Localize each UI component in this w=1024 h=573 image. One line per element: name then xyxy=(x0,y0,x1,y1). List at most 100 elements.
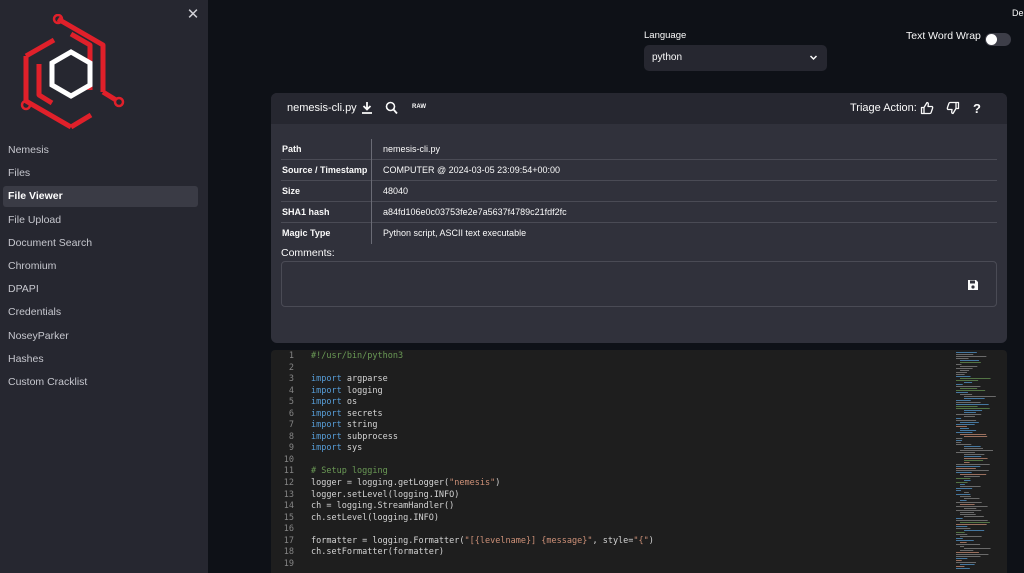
code-token: ch.setFormatter(formatter) xyxy=(311,547,445,558)
code-token: , style= xyxy=(592,535,634,546)
code-line: 17 formatter = logging.Formatter("[{level… xyxy=(271,536,951,548)
metadata-value: 48040 xyxy=(383,186,409,196)
code-token: import xyxy=(311,431,342,442)
line-number: 17 xyxy=(283,535,294,546)
code-token: ) xyxy=(648,535,654,546)
code-lines: 1 #!/usr/bin/python3 2 3 import argparse 4 imp… xyxy=(271,351,951,570)
code-token: logger.setLevel(logging.INFO) xyxy=(311,489,460,500)
code-line: 13 logger.setLevel(logging.INFO) xyxy=(271,490,951,502)
download-icon[interactable] xyxy=(361,101,373,115)
toggle-knob xyxy=(986,34,997,45)
sidebar-item-dpapi[interactable]: DPAPI xyxy=(3,279,198,300)
metadata-row: Path nemesis-cli.py xyxy=(281,139,997,160)
metadata-value: nemesis-cli.py xyxy=(383,144,441,154)
line-number: 9 xyxy=(288,443,294,454)
code-token: import xyxy=(311,443,342,454)
code-token: ch = logging.StreamHandler() xyxy=(311,501,455,512)
code-line: 1 #!/usr/bin/python3 xyxy=(271,351,951,363)
code-token: ch.setLevel(logging.INFO) xyxy=(311,512,439,523)
code-text: logger = logging.getLogger("nemesis") xyxy=(311,478,500,490)
code-line: 15 ch.setLevel(logging.INFO) xyxy=(271,513,951,525)
code-line: 8 import subprocess xyxy=(271,432,951,444)
sidebar-item-chromium[interactable]: Chromium xyxy=(3,256,198,277)
code-line: 9 import sys xyxy=(271,443,951,455)
code-token: "nemesis" xyxy=(449,478,496,489)
code-editor[interactable]: 1 #!/usr/bin/python3 2 3 import argparse 4 imp… xyxy=(271,350,1007,573)
code-token: logging xyxy=(341,385,383,396)
metadata-value: COMPUTER @ 2024-03-05 23:09:54+00:00 xyxy=(383,165,560,175)
close-icon[interactable]: ✕ xyxy=(186,7,200,22)
code-token: sys xyxy=(341,443,363,454)
chevron-down-icon xyxy=(809,45,818,81)
code-token: import xyxy=(311,374,342,385)
code-text: # Setup logging xyxy=(311,466,388,478)
line-number: 5 xyxy=(288,397,294,408)
thumbs-up-icon[interactable] xyxy=(920,101,934,115)
code-token: import xyxy=(311,408,342,419)
sidebar-item-files[interactable]: Files xyxy=(3,163,198,184)
sidebar-item-credentials[interactable]: Credentials xyxy=(3,302,198,323)
code-token: os xyxy=(341,397,358,408)
metadata-value: Python script, ASCII text executable xyxy=(383,228,527,238)
code-text: import string xyxy=(311,420,378,432)
metadata-row: Magic Type Python script, ASCII text exec… xyxy=(281,223,997,244)
sidebar-item-file-upload[interactable]: File Upload xyxy=(3,210,198,231)
comments-input[interactable] xyxy=(281,261,997,307)
code-text: formatter = logging.Formatter("[{levelna… xyxy=(311,536,654,548)
code-line: 10 xyxy=(271,455,951,467)
code-text: #!/usr/bin/python3 xyxy=(311,351,403,363)
code-line: 2 xyxy=(271,363,951,375)
code-text: import os xyxy=(311,397,357,409)
word-wrap-toggle[interactable] xyxy=(985,33,1011,46)
deploy-button[interactable]: Deploy xyxy=(1012,8,1024,18)
search-icon[interactable] xyxy=(385,101,398,115)
code-token: "{" xyxy=(633,535,649,546)
sidebar-nav: Nemesis Files File Viewer File Upload Docume… xyxy=(0,140,208,395)
line-number: 19 xyxy=(283,558,294,569)
code-minimap[interactable] xyxy=(954,350,1002,573)
sidebar-item-noseyparker[interactable]: NoseyParker xyxy=(3,326,198,347)
line-number: 16 xyxy=(283,524,294,535)
language-label: Language xyxy=(644,30,687,41)
sidebar-item-nemesis[interactable]: Nemesis xyxy=(3,140,198,161)
line-number: 3 xyxy=(288,374,294,385)
help-icon[interactable]: ? xyxy=(973,101,981,116)
code-text: import argparse xyxy=(311,374,388,386)
code-line: 4 import logging xyxy=(271,386,951,398)
line-number: 18 xyxy=(283,547,294,558)
code-line: 7 import string xyxy=(271,420,951,432)
code-token: logger = logging.getLogger( xyxy=(311,478,450,489)
language-select[interactable]: python xyxy=(644,45,827,71)
code-token: import xyxy=(311,397,342,408)
code-token: string xyxy=(341,420,378,431)
file-metadata-table: Path nemesis-cli.py Source / Timestamp COMP… xyxy=(281,139,997,244)
metadata-key: Magic Type xyxy=(282,228,331,238)
thumbs-down-icon[interactable] xyxy=(946,101,960,115)
code-text: import sys xyxy=(311,443,362,455)
line-number: 4 xyxy=(288,385,294,396)
metadata-row: SHA1 hash a84fd106e0c03753fe2e7a5637f4789… xyxy=(281,202,997,223)
triage-label: Triage Action: xyxy=(850,102,917,114)
code-line: 19 xyxy=(271,559,951,571)
line-number: 7 xyxy=(288,420,294,431)
code-line: 14 ch = logging.StreamHandler() xyxy=(271,501,951,513)
code-text: ch.setFormatter(formatter) xyxy=(311,547,444,559)
sidebar-item-custom-cracklist[interactable]: Custom Cracklist xyxy=(3,372,198,393)
sidebar-item-file-viewer[interactable]: File Viewer xyxy=(3,186,198,208)
comments-label: Comments: xyxy=(281,247,335,259)
line-number: 11 xyxy=(283,466,294,477)
code-text: import secrets xyxy=(311,409,383,421)
sidebar-item-document-search[interactable]: Document Search xyxy=(3,233,198,254)
raw-button[interactable]: RAW xyxy=(412,104,426,110)
sidebar-item-hashes[interactable]: Hashes xyxy=(3,349,198,370)
language-value: python xyxy=(652,52,683,63)
code-line: 16 xyxy=(271,524,951,536)
code-token: import xyxy=(311,385,342,396)
metadata-divider xyxy=(371,139,372,244)
metadata-key: Size xyxy=(282,186,301,196)
metadata-key: SHA1 hash xyxy=(282,207,330,217)
code-text: import logging xyxy=(311,386,383,398)
code-token: import xyxy=(311,420,342,431)
metadata-row: Size 48040 xyxy=(281,181,997,202)
save-icon[interactable] xyxy=(967,278,979,290)
